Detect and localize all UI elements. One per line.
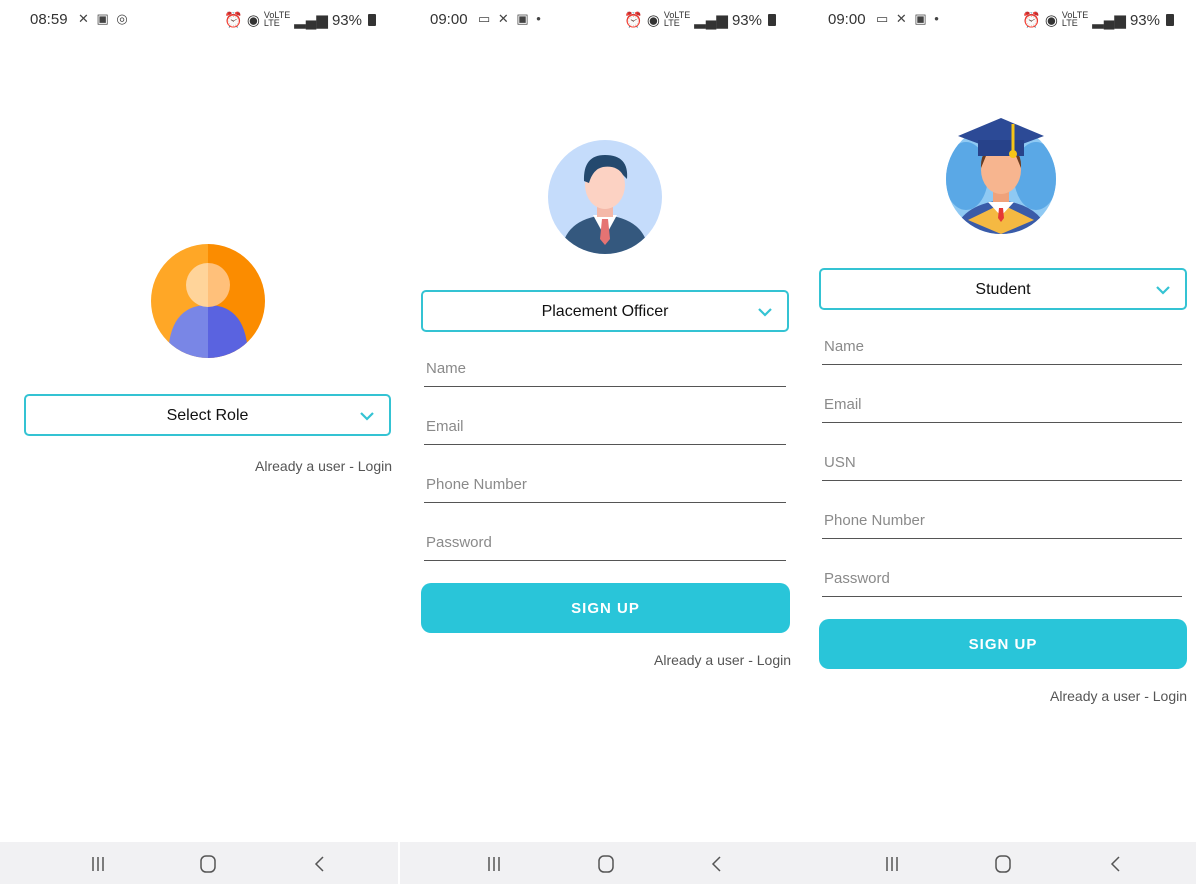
nav-bar (400, 842, 798, 884)
screen-student: 09:00 ▭ ✕ ▣ • ⏰ ◉ VoLTE LTE ▂▄▆ 93% Stud… (798, 0, 1196, 884)
name-input[interactable] (426, 360, 788, 377)
email-input[interactable] (824, 396, 1184, 413)
battery-percent: 93% (1129, 11, 1160, 29)
screen-placement-officer: 09:00 ▭ ✕ ▣ • ⏰ ◉ VoLTE LTE ▂▄▆ 93% Place… (400, 0, 798, 884)
volte-icon: VoLTE LTE (263, 10, 291, 28)
name-field[interactable] (424, 356, 788, 387)
alarm-icon: ⏰ (1022, 12, 1041, 29)
name-input[interactable] (824, 338, 1184, 355)
role-dropdown-value: Placement Officer (541, 303, 669, 320)
volte-icon: VoLTE LTE (663, 10, 691, 28)
role-dropdown-value: Select Role (166, 407, 249, 424)
status-right: ⏰ ◉ VoLTE LTE ▂▄▆ 93% (224, 11, 376, 29)
nav-bar (0, 842, 398, 884)
role-dropdown[interactable]: Select Role (24, 394, 391, 436)
notification-icons: ▭ ✕ ▣ • (478, 11, 543, 26)
chevron-down-icon (1156, 286, 1170, 295)
hotspot-icon: ◉ (646, 12, 660, 29)
status-time: 09:00 (430, 11, 468, 28)
recents-nav-icon[interactable] (484, 854, 504, 874)
status-right: ⏰ ◉ VoLTE LTE ▂▄▆ 93% (624, 11, 776, 29)
volte-icon: VoLTE LTE (1061, 10, 1089, 28)
status-bar: 09:00 ▭ ✕ ▣ • ⏰ ◉ VoLTE LTE ▂▄▆ 93% (798, 0, 1196, 40)
chevron-down-icon (758, 308, 772, 317)
student-avatar-icon (946, 118, 1056, 234)
battery-percent: 93% (331, 11, 362, 29)
login-link[interactable]: Already a user - Login (255, 458, 392, 474)
chevron-down-icon (360, 412, 374, 421)
home-nav-icon[interactable] (596, 854, 616, 874)
role-dropdown[interactable]: Placement Officer (421, 290, 789, 332)
login-link[interactable]: Already a user - Login (1050, 688, 1187, 704)
officer-avatar-icon (548, 140, 662, 254)
phone-field[interactable] (822, 508, 1184, 539)
notification-icons: ▭ ✕ ▣ • (876, 11, 941, 26)
battery-icon (368, 14, 376, 26)
email-field[interactable] (822, 392, 1184, 423)
password-input[interactable] (824, 570, 1184, 587)
name-field[interactable] (822, 334, 1184, 365)
nav-bar (798, 842, 1196, 884)
user-avatar-icon (151, 244, 265, 358)
hotspot-icon: ◉ (1044, 12, 1058, 29)
back-nav-icon[interactable] (1106, 854, 1126, 874)
phone-input[interactable] (426, 476, 788, 493)
back-nav-icon[interactable] (707, 854, 727, 874)
password-field[interactable] (822, 566, 1184, 597)
status-time: 08:59 (30, 11, 68, 28)
phone-input[interactable] (824, 512, 1184, 529)
role-dropdown-value: Student (975, 281, 1031, 298)
status-bar: 08:59 ✕ ▣ ◎ ⏰ ◉ VoLTE LTE ▂▄▆ 93% (0, 0, 398, 40)
battery-percent: 93% (731, 11, 762, 29)
battery-icon (1166, 14, 1174, 26)
battery-icon (768, 14, 776, 26)
password-input[interactable] (426, 534, 788, 551)
phone-field[interactable] (424, 472, 788, 503)
status-bar: 09:00 ▭ ✕ ▣ • ⏰ ◉ VoLTE LTE ▂▄▆ 93% (400, 0, 798, 40)
home-nav-icon[interactable] (198, 854, 218, 874)
login-link[interactable]: Already a user - Login (654, 652, 791, 668)
home-nav-icon[interactable] (993, 854, 1013, 874)
notification-icons: ✕ ▣ ◎ (78, 11, 130, 26)
back-nav-icon[interactable] (310, 854, 330, 874)
alarm-icon: ⏰ (624, 12, 643, 29)
role-dropdown[interactable]: Student (819, 268, 1187, 310)
recents-nav-icon[interactable] (882, 854, 902, 874)
usn-input[interactable] (824, 454, 1184, 471)
status-time: 09:00 (828, 11, 866, 28)
alarm-icon: ⏰ (224, 12, 243, 29)
signal-icon: ▂▄▆ (694, 12, 728, 29)
recents-nav-icon[interactable] (88, 854, 108, 874)
hotspot-icon: ◉ (246, 12, 260, 29)
status-right: ⏰ ◉ VoLTE LTE ▂▄▆ 93% (1022, 11, 1174, 29)
email-field[interactable] (424, 414, 788, 445)
signup-button[interactable]: SIGN UP (421, 583, 790, 633)
signal-icon: ▂▄▆ (1092, 12, 1126, 29)
signal-icon: ▂▄▆ (294, 12, 328, 29)
screen-select-role: 08:59 ✕ ▣ ◎ ⏰ ◉ VoLTE LTE ▂▄▆ 93% Select … (0, 0, 398, 884)
email-input[interactable] (426, 418, 788, 435)
usn-field[interactable] (822, 450, 1184, 481)
signup-button[interactable]: SIGN UP (819, 619, 1187, 669)
password-field[interactable] (424, 530, 788, 561)
